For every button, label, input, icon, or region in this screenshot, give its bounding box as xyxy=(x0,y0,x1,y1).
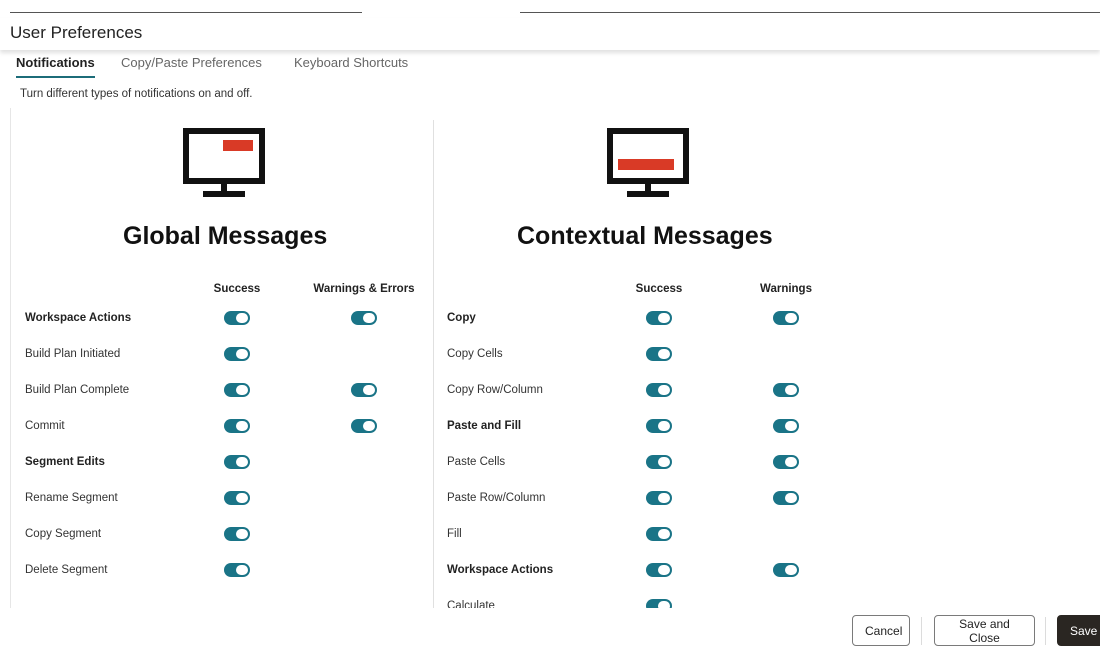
button-separator xyxy=(1045,617,1046,645)
monitor-contextual-icon xyxy=(607,128,689,197)
monitor-global-icon xyxy=(183,128,265,197)
contextual-toggle-paste-and-fill-success[interactable] xyxy=(646,419,672,433)
dialog-header: User Preferences xyxy=(0,18,1100,50)
contextual-toggle-copy-warnings[interactable] xyxy=(773,311,799,325)
save-button[interactable]: Save xyxy=(1057,615,1100,646)
global-toggle-workspace-actions-warnings-errors[interactable] xyxy=(351,311,377,325)
global-row-label-copy-segment: Copy Segment xyxy=(25,528,102,540)
contextual-row-label-copy-cells: Copy Cells xyxy=(447,348,503,360)
contextual-toggle-calculate-success[interactable] xyxy=(646,599,672,608)
global-toggle-commit-success[interactable] xyxy=(224,419,250,433)
notifications-panel: Global Messages Success Warnings & Error… xyxy=(10,108,1100,608)
contextual-row-label-workspace-actions: Workspace Actions xyxy=(447,564,554,576)
contextual-toggle-paste-row-column-warnings[interactable] xyxy=(773,491,799,505)
global-row-label-delete-segment: Delete Segment xyxy=(25,564,108,576)
global-toggle-build-plan-complete-warnings-errors[interactable] xyxy=(351,383,377,397)
global-toggle-copy-segment-success[interactable] xyxy=(224,527,250,541)
global-row-label-build-plan-initiated: Build Plan Initiated xyxy=(25,348,121,360)
global-toggle-rename-segment-success[interactable] xyxy=(224,491,250,505)
contextual-row-label-paste-row-column: Paste Row/Column xyxy=(447,492,546,504)
contextual-messages-title: Contextual Messages xyxy=(517,222,773,250)
cancel-button[interactable]: Cancel xyxy=(852,615,910,646)
contextual-row-label-paste-and-fill: Paste and Fill xyxy=(447,420,522,432)
global-row-label-commit: Commit xyxy=(25,420,65,432)
contextual-row-label-copy-row-column: Copy Row/Column xyxy=(447,384,543,396)
contextual-toggle-fill-success[interactable] xyxy=(646,527,672,541)
top-rule-left xyxy=(10,12,362,13)
global-toggle-build-plan-complete-success[interactable] xyxy=(224,383,250,397)
contextual-row-label-fill: Fill xyxy=(447,528,462,540)
global-toggle-commit-warnings-errors[interactable] xyxy=(351,419,377,433)
contextual-toggle-copy-cells-success[interactable] xyxy=(646,347,672,361)
contextual-toggle-copy-row-column-warnings[interactable] xyxy=(773,383,799,397)
section-divider xyxy=(433,120,434,608)
global-row-label-build-plan-complete: Build Plan Complete xyxy=(25,384,130,396)
global-toggle-workspace-actions-success[interactable] xyxy=(224,311,250,325)
tab-copy-paste-preferences[interactable]: Copy/Paste Preferences xyxy=(121,55,262,76)
global-row-label-workspace-actions: Workspace Actions xyxy=(25,312,132,324)
global-row-label-rename-segment: Rename Segment xyxy=(25,492,118,504)
contextual-toggle-workspace-actions-warnings[interactable] xyxy=(773,563,799,577)
global-toggle-build-plan-initiated-success[interactable] xyxy=(224,347,250,361)
description-text: Turn different types of notifications on… xyxy=(20,88,253,100)
contextual-col-success: Success xyxy=(635,283,683,295)
page-title: User Preferences xyxy=(10,23,143,42)
global-toggle-delete-segment-success[interactable] xyxy=(224,563,250,577)
contextual-col-warnings: Warnings xyxy=(760,283,812,295)
contextual-row-label-calculate: Calculate xyxy=(447,600,495,608)
save-and-close-button[interactable]: Save and Close xyxy=(934,615,1035,646)
contextual-toggle-copy-row-column-success[interactable] xyxy=(646,383,672,397)
global-toggle-segment-edits-success[interactable] xyxy=(224,455,250,469)
contextual-toggle-paste-cells-warnings[interactable] xyxy=(773,455,799,469)
global-col-warnings-errors: Warnings & Errors xyxy=(313,283,415,295)
contextual-row-label-paste-cells: Paste Cells xyxy=(447,456,506,468)
top-rule-right xyxy=(520,12,1100,13)
contextual-row-label-copy: Copy xyxy=(447,312,476,324)
button-separator xyxy=(921,617,922,645)
contextual-toggle-paste-row-column-success[interactable] xyxy=(646,491,672,505)
global-messages-title: Global Messages xyxy=(123,222,328,250)
contextual-toggle-copy-success[interactable] xyxy=(646,311,672,325)
contextual-toggle-workspace-actions-success[interactable] xyxy=(646,563,672,577)
tab-keyboard-shortcuts[interactable]: Keyboard Shortcuts xyxy=(294,55,408,76)
global-col-success: Success xyxy=(213,283,261,295)
contextual-toggle-paste-cells-success[interactable] xyxy=(646,455,672,469)
global-row-label-segment-edits: Segment Edits xyxy=(25,456,105,468)
contextual-toggle-paste-and-fill-warnings[interactable] xyxy=(773,419,799,433)
tab-notifications[interactable]: Notifications xyxy=(16,55,95,78)
